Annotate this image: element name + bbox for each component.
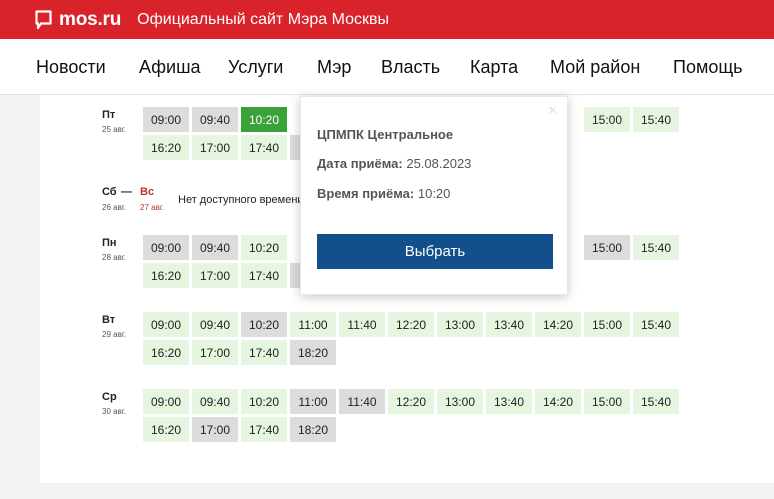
- time-slot[interactable]: 12:20: [388, 389, 434, 414]
- time-slot[interactable]: 09:40: [192, 389, 238, 414]
- popup-date-label: Дата приёма:: [317, 156, 403, 171]
- weekday-label: Ср: [102, 391, 117, 403]
- close-icon[interactable]: ×: [548, 103, 557, 118]
- main-nav: Новости Афиша Услуги Мэр Власть Карта Мо…: [0, 39, 774, 95]
- popup-time-label: Время приёма:: [317, 186, 415, 201]
- time-slot[interactable]: 16:20: [143, 135, 189, 160]
- time-slot[interactable]: 17:40: [241, 263, 287, 288]
- time-slot[interactable]: 11:40: [339, 312, 385, 337]
- time-slot: 11:00: [290, 389, 336, 414]
- time-slot: 18:20: [290, 417, 336, 442]
- no-available-time-message: Нет доступного времени: [178, 194, 304, 206]
- time-slot: 09:40: [192, 107, 238, 132]
- choose-button[interactable]: Выбрать: [317, 234, 553, 269]
- time-slot[interactable]: 15:40: [633, 389, 679, 414]
- weekday-label: Вс: [140, 186, 155, 198]
- logo-text[interactable]: mos.ru: [59, 9, 121, 31]
- popup-time-value: 10:20: [417, 186, 451, 201]
- time-slot: 10:20: [241, 312, 287, 337]
- weekday-label: Пт: [102, 109, 116, 121]
- time-slot[interactable]: 17:40: [241, 135, 287, 160]
- time-slot[interactable]: 13:40: [486, 312, 532, 337]
- nav-item-afisha[interactable]: Афиша: [139, 57, 201, 78]
- day-date: 26 авг.: [102, 203, 126, 212]
- day-date: 29 авг.: [102, 330, 126, 339]
- nav-item-map[interactable]: Карта: [470, 57, 518, 78]
- time-slot[interactable]: 09:00: [143, 389, 189, 414]
- day-date: 27 авг.: [140, 203, 164, 212]
- time-slot[interactable]: 11:00: [290, 312, 336, 337]
- time-slot[interactable]: 09:00: [143, 312, 189, 337]
- time-slot[interactable]: 13:00: [437, 312, 483, 337]
- time-slot: 11:40: [339, 389, 385, 414]
- time-slot[interactable]: 17:40: [241, 417, 287, 442]
- weekday-label: Пн: [102, 237, 117, 249]
- time-slot[interactable]: 15:40: [633, 312, 679, 337]
- time-slot[interactable]: 15:40: [633, 235, 679, 260]
- weekday-label: Сб: [102, 186, 117, 198]
- time-slot[interactable]: 15:40: [633, 107, 679, 132]
- nav-item-news[interactable]: Новости: [36, 57, 106, 78]
- time-slot[interactable]: 15:00: [584, 312, 630, 337]
- time-slot[interactable]: 12:20: [388, 312, 434, 337]
- time-slot[interactable]: 14:20: [535, 312, 581, 337]
- nav-item-mayor[interactable]: Мэр: [317, 57, 351, 78]
- time-slot[interactable]: 15:00: [584, 389, 630, 414]
- time-slot: 18:20: [290, 340, 336, 365]
- popup-organization: ЦПМПК Центральное: [317, 127, 454, 142]
- day-date: 25 авг.: [102, 125, 126, 134]
- time-slot[interactable]: 17:40: [241, 340, 287, 365]
- weekday-label: Вт: [102, 314, 116, 326]
- nav-item-my-district[interactable]: Мой район: [550, 57, 640, 78]
- appointment-popup: × ЦПМПК Центральное Дата приёма: 25.08.2…: [300, 96, 568, 295]
- mos-logo-icon[interactable]: [35, 9, 52, 30]
- time-slot[interactable]: 17:00: [192, 135, 238, 160]
- time-slot[interactable]: 17:00: [192, 263, 238, 288]
- time-slot[interactable]: 17:00: [192, 340, 238, 365]
- time-slot[interactable]: 10:20: [241, 235, 287, 260]
- popup-date-value: 25.08.2023: [406, 156, 472, 171]
- nav-item-government[interactable]: Власть: [381, 57, 440, 78]
- time-slot[interactable]: 16:20: [143, 417, 189, 442]
- popup-time-row: Время приёма: 10:20: [317, 186, 450, 201]
- nav-item-help[interactable]: Помощь: [673, 57, 743, 78]
- time-slot[interactable]: 16:20: [143, 263, 189, 288]
- top-bar: mos.ru Официальный сайт Мэра Москвы: [0, 0, 774, 39]
- time-slot: 09:00: [143, 107, 189, 132]
- popup-date-row: Дата приёма: 25.08.2023: [317, 156, 471, 171]
- time-slot: 09:00: [143, 235, 189, 260]
- time-slot[interactable]: 13:40: [486, 389, 532, 414]
- weekday-dash: —: [121, 186, 132, 198]
- time-slot-selected[interactable]: 10:20: [241, 107, 287, 132]
- time-slot[interactable]: 15:00: [584, 107, 630, 132]
- time-slot[interactable]: 10:20: [241, 389, 287, 414]
- day-date: 28 авг.: [102, 253, 126, 262]
- time-slot[interactable]: 09:40: [192, 312, 238, 337]
- time-slot: 15:00: [584, 235, 630, 260]
- nav-item-services[interactable]: Услуги: [228, 57, 283, 78]
- time-slot: 17:00: [192, 417, 238, 442]
- day-date: 30 авг.: [102, 407, 126, 416]
- time-slot[interactable]: 14:20: [535, 389, 581, 414]
- time-slot[interactable]: 16:20: [143, 340, 189, 365]
- time-slot: 09:40: [192, 235, 238, 260]
- site-title[interactable]: Официальный сайт Мэра Москвы: [137, 11, 389, 29]
- time-slot[interactable]: 13:00: [437, 389, 483, 414]
